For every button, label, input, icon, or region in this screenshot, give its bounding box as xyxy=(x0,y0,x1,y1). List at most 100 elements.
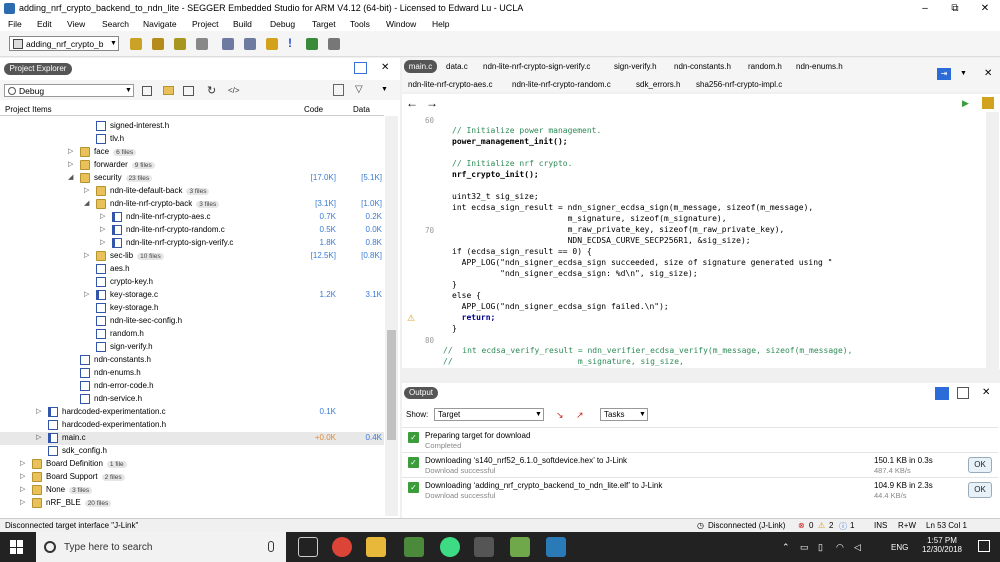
menu-window[interactable]: Window xyxy=(386,19,416,29)
forward-arrow-icon[interactable]: → xyxy=(426,96,438,110)
warning-icon[interactable]: ⚠ xyxy=(818,521,825,530)
tree-item[interactable]: ndn-constants.h xyxy=(0,354,384,367)
collapsed-arrow-icon[interactable]: ▷ xyxy=(20,499,28,507)
build-icon[interactable] xyxy=(982,97,994,109)
cursor-position[interactable]: Ln 53 Col 1 xyxy=(926,521,967,530)
tree-item[interactable]: ▷ ndn-lite-nrf-crypto-aes.c 0.7K 0.2K xyxy=(0,211,384,224)
info-icon[interactable]: ⓘ xyxy=(839,521,847,532)
collapsed-arrow-icon[interactable]: ▷ xyxy=(36,408,44,416)
vertical-scrollbar[interactable] xyxy=(385,116,398,516)
app-icon[interactable] xyxy=(546,537,566,557)
tree-item[interactable]: ▷ ndn-lite-nrf-crypto-random.c 0.5K 0.0K xyxy=(0,224,384,237)
taskbar-search[interactable]: Type here to search xyxy=(36,532,286,562)
tree-item[interactable]: key-storage.h xyxy=(0,302,384,315)
tab-sha256-impl-c[interactable]: sha256-nrf-crypto-impl.c xyxy=(696,80,782,89)
maximize-pane-icon[interactable] xyxy=(354,62,367,74)
file-explorer-icon[interactable] xyxy=(366,537,386,557)
collapsed-arrow-icon[interactable]: ▷ xyxy=(20,486,28,494)
tree-item[interactable]: sign-verify.h xyxy=(0,341,384,354)
menu-help[interactable]: Help xyxy=(432,19,449,29)
properties-icon[interactable] xyxy=(183,86,194,96)
step-icon[interactable] xyxy=(222,38,234,50)
collapsed-arrow-icon[interactable]: ▷ xyxy=(100,239,108,247)
close-editor-icon[interactable]: ✕ xyxy=(984,68,992,79)
language-indicator[interactable]: ENG xyxy=(891,543,908,552)
tab-random-h[interactable]: random.h xyxy=(748,62,782,71)
read-write-mode[interactable]: R+W xyxy=(898,521,916,530)
expanded-arrow-icon[interactable]: ◢ xyxy=(68,174,76,182)
maximize-pane-icon[interactable] xyxy=(935,387,949,400)
tree-item[interactable]: ▷ Board Support 2 files xyxy=(0,471,384,484)
tree-item[interactable]: crypto-key.h xyxy=(0,276,384,289)
menu-target[interactable]: Target xyxy=(312,19,336,29)
tree-item[interactable]: ▷ face 6 files xyxy=(0,146,384,159)
microphone-icon[interactable] xyxy=(268,541,274,552)
menu-tools[interactable]: Tools xyxy=(350,19,370,29)
tab-list-icon[interactable]: ⇥ xyxy=(937,68,951,80)
target-combo[interactable]: Target ▼ xyxy=(434,408,544,421)
collapsed-arrow-icon[interactable]: ▷ xyxy=(84,252,92,260)
tree-item[interactable]: ▷ main.c +0.0K 0.4K xyxy=(0,432,384,445)
collapsed-arrow-icon[interactable]: ▷ xyxy=(100,213,108,221)
ok-button[interactable]: OK xyxy=(968,482,992,498)
connection-icon[interactable]: ◷ xyxy=(697,521,704,530)
tab-sign-verify-h[interactable]: sign-verify.h xyxy=(614,62,657,71)
tree-item[interactable]: signed-interest.h xyxy=(0,120,384,133)
tab-sign-verify-c[interactable]: ndn-lite-nrf-crypto-sign-verify.c xyxy=(483,62,590,71)
expanded-arrow-icon[interactable]: ◢ xyxy=(84,200,92,208)
tree-item[interactable]: ndn-enums.h xyxy=(0,367,384,380)
tree-item[interactable]: ndn-error-code.h xyxy=(0,380,384,393)
build-icon[interactable] xyxy=(130,38,142,50)
project-combo[interactable]: adding_nrf_crypto_b ▼ xyxy=(9,36,119,51)
android-studio-icon[interactable] xyxy=(440,537,460,557)
windows-start-icon[interactable] xyxy=(10,540,24,554)
tasks-combo[interactable]: Tasks ▼ xyxy=(600,408,648,421)
network-icon[interactable]: ▭ xyxy=(800,542,809,553)
tab-aes-c[interactable]: ndn-lite-nrf-crypto-aes.c xyxy=(408,80,492,89)
close-pane-icon[interactable]: ✕ xyxy=(381,62,389,73)
maximize-button[interactable]: ⧉ xyxy=(940,0,970,17)
tree-item[interactable]: ▷ nRF_BLE 20 files xyxy=(0,497,384,510)
menu-debug[interactable]: Debug xyxy=(270,19,295,29)
error-icon[interactable]: ⊗ xyxy=(798,521,805,530)
tree-item[interactable]: ▷ hardcoded-experimentation.c 0.1K xyxy=(0,406,384,419)
output-tab[interactable]: Output xyxy=(404,387,438,399)
wifi-icon[interactable]: ◠ xyxy=(836,542,844,553)
editor-icon[interactable] xyxy=(510,537,530,557)
next-error-icon[interactable]: ↘ xyxy=(556,410,564,421)
tree-item[interactable]: ▷ Board Definition 1 file xyxy=(0,458,384,471)
collapsed-arrow-icon[interactable]: ▷ xyxy=(68,161,76,169)
tree-item[interactable]: ▷ forwarder 9 files xyxy=(0,159,384,172)
column-project-items[interactable]: Project Items xyxy=(5,105,52,114)
tree-item[interactable]: ▷ None 3 files xyxy=(0,484,384,497)
collapsed-arrow-icon[interactable]: ▷ xyxy=(84,187,92,195)
insert-mode[interactable]: INS xyxy=(874,521,887,530)
collapsed-arrow-icon[interactable]: ▷ xyxy=(100,226,108,234)
refresh-icon[interactable]: ↻ xyxy=(207,84,216,97)
scrollbar-thumb[interactable] xyxy=(387,330,396,440)
run-icon[interactable]: ▶ xyxy=(962,98,969,109)
chevron-down-icon[interactable]: ▼ xyxy=(960,70,967,77)
task-view-icon[interactable] xyxy=(298,537,318,557)
menu-build[interactable]: Build xyxy=(233,19,252,29)
configuration-combo[interactable]: Debug ▼ xyxy=(4,84,134,97)
menu-project[interactable]: Project xyxy=(192,19,218,29)
tree-item[interactable]: ▷ ndn-lite-default-back 3 files xyxy=(0,185,384,198)
warning-icon[interactable]: ⚠ xyxy=(407,313,415,324)
close-button[interactable]: ✕ xyxy=(970,0,1000,17)
tab-main-c[interactable]: main.c xyxy=(404,60,437,73)
tab-random-c[interactable]: ndn-lite-nrf-crypto-random.c xyxy=(512,80,611,89)
editor-vertical-scrollbar[interactable] xyxy=(986,112,999,369)
bookmark-icon[interactable] xyxy=(266,38,278,50)
filter-icon[interactable]: ▽ xyxy=(355,84,363,95)
column-code[interactable]: Code xyxy=(304,105,323,114)
connection-status[interactable]: Disconnected (J-Link) xyxy=(708,521,785,530)
tab-sdk-errors-h[interactable]: sdk_errors.h xyxy=(636,80,680,89)
collapsed-arrow-icon[interactable]: ▷ xyxy=(68,148,76,156)
code-icon[interactable]: </> xyxy=(228,86,240,95)
editor-horizontal-scrollbar[interactable] xyxy=(402,368,986,377)
exclamation-icon[interactable]: ! xyxy=(288,36,292,50)
column-data[interactable]: Data xyxy=(353,105,370,114)
step-over-icon[interactable] xyxy=(244,38,256,50)
menu-navigate[interactable]: Navigate xyxy=(143,19,177,29)
